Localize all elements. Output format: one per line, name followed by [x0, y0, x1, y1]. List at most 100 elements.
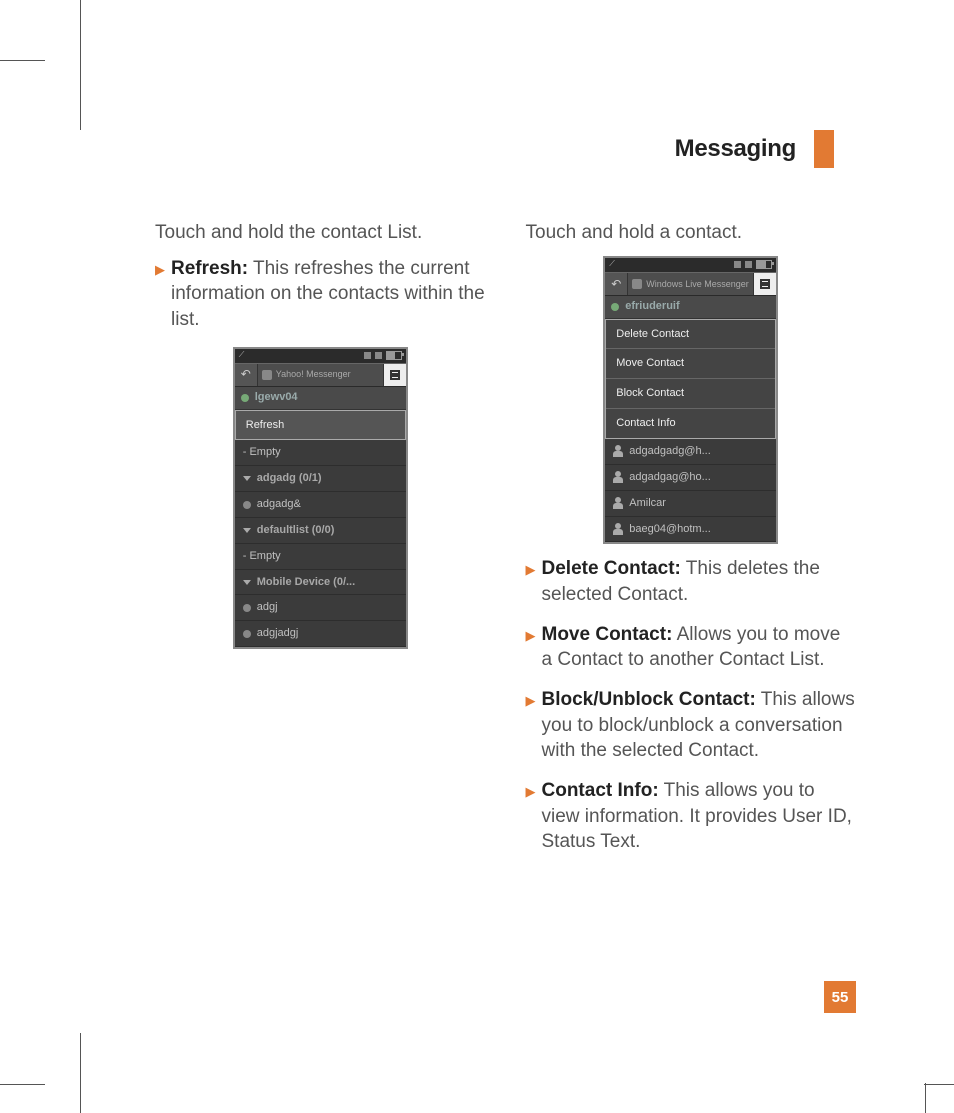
bullet-item: ▶ Contact Info: This allows you to view …	[526, 778, 857, 855]
menu-item[interactable]: Refresh	[236, 411, 405, 440]
list-item-label: adgadgag@ho...	[629, 470, 711, 485]
menu-item[interactable]: Block Contact	[606, 379, 775, 409]
right-figure: ⟋ ↶ Windows Live Messenger	[526, 256, 857, 545]
chevron-down-icon	[243, 476, 251, 481]
menu-button[interactable]	[383, 364, 406, 386]
left-column: Touch and hold the contact List. ▶ Refre…	[155, 220, 486, 869]
triangle-icon: ▶	[526, 692, 536, 764]
menu-item[interactable]: Delete Contact	[606, 320, 775, 350]
status-icon	[745, 261, 752, 268]
bullet-text: Contact Info: This allows you to view in…	[542, 778, 857, 855]
back-button[interactable]: ↶	[235, 364, 258, 386]
crop-mark	[0, 60, 45, 61]
left-figure: ⟋ ↶ Yahoo! Messenger	[155, 347, 486, 650]
content-columns: Touch and hold the contact List. ▶ Refre…	[155, 220, 856, 869]
app-title: Windows Live Messenger	[628, 278, 753, 290]
menu-item[interactable]: Contact Info	[606, 409, 775, 438]
status-dot-icon	[611, 303, 619, 311]
crop-mark	[0, 1084, 45, 1085]
list-item-label: - Empty	[243, 445, 281, 460]
list-item-label: Mobile Device (0/...	[257, 575, 355, 590]
back-button[interactable]: ↶	[605, 273, 628, 295]
list-item-label: adgadgadg@h...	[629, 444, 711, 459]
status-icon	[375, 352, 382, 359]
status-icon	[243, 630, 251, 638]
list-item-label: Amilcar	[629, 496, 666, 511]
user-name: efriuderuif	[625, 299, 679, 314]
phone-screenshot: ⟋ ↶ Windows Live Messenger	[603, 256, 778, 545]
app-icon	[632, 279, 642, 289]
app-title: Yahoo! Messenger	[258, 368, 383, 380]
bullet-item: ▶ Block/Unblock Contact: This allows you…	[526, 687, 857, 764]
status-icon	[243, 501, 251, 509]
bullet-item: ▶ Delete Contact: This deletes the selec…	[526, 556, 857, 607]
status-dot-icon	[241, 394, 249, 402]
list-item-label: defaultlist (0/0)	[257, 523, 335, 538]
section-accent	[814, 130, 834, 168]
bullet-head: Move Contact:	[542, 624, 673, 645]
list-item[interactable]: adgadgadg@h...	[605, 439, 776, 465]
title-bar: ↶ Yahoo! Messenger	[235, 363, 406, 387]
bullet-text: Refresh: This refreshes the current info…	[171, 256, 486, 333]
user-bar: efriuderuif	[605, 296, 776, 319]
user-bar: lgewv04	[235, 387, 406, 410]
signal-icon: ⟋	[609, 259, 615, 270]
phone-screenshot: ⟋ ↶ Yahoo! Messenger	[233, 347, 408, 650]
app-title-label: Yahoo! Messenger	[276, 368, 351, 380]
status-icon	[364, 352, 371, 359]
list-group[interactable]: Mobile Device (0/...	[235, 570, 406, 596]
crop-mark	[80, 0, 81, 130]
battery-icon	[756, 260, 772, 269]
status-bar: ⟋	[605, 258, 776, 272]
right-lead: Touch and hold a contact.	[526, 220, 857, 246]
list-item[interactable]: - Empty	[235, 440, 406, 466]
section-header: Messaging	[675, 130, 834, 168]
crop-mark	[925, 1083, 926, 1113]
list-item-label: adgj	[257, 600, 278, 615]
list-group[interactable]: adgadg (0/1)	[235, 466, 406, 492]
bullet-head: Contact Info:	[542, 780, 659, 801]
triangle-icon: ▶	[526, 561, 536, 607]
battery-icon	[386, 351, 402, 360]
person-icon	[613, 445, 623, 457]
list-item[interactable]: adgjadgj	[235, 621, 406, 647]
menu-item[interactable]: Move Contact	[606, 349, 775, 379]
context-menu: Delete Contact Move Contact Block Contac…	[605, 319, 776, 439]
list-item-label: - Empty	[243, 549, 281, 564]
app-icon	[262, 370, 272, 380]
bullet-item: ▶ Refresh: This refreshes the current in…	[155, 256, 486, 333]
list-item-label: adgjadgj	[257, 626, 299, 641]
user-name: lgewv04	[255, 390, 298, 405]
page-number: 55	[824, 981, 856, 1013]
contact-list: adgadgadg@h... adgadgag@ho... Amilcar ba…	[605, 439, 776, 542]
list-item[interactable]: adgadgag@ho...	[605, 465, 776, 491]
person-icon	[613, 471, 623, 483]
triangle-icon: ▶	[526, 783, 536, 855]
status-icon	[243, 604, 251, 612]
list-item[interactable]: Amilcar	[605, 491, 776, 517]
bullet-text: Delete Contact: This deletes the selecte…	[542, 556, 857, 607]
person-icon	[613, 523, 623, 535]
person-icon	[613, 497, 623, 509]
list-item[interactable]: adgj	[235, 595, 406, 621]
crop-mark	[924, 1084, 954, 1085]
section-title: Messaging	[675, 135, 796, 163]
list-item[interactable]: adgadg&	[235, 492, 406, 518]
bullet-head: Refresh:	[171, 258, 248, 279]
list-item[interactable]: baeg04@hotm...	[605, 517, 776, 543]
list-group[interactable]: defaultlist (0/0)	[235, 518, 406, 544]
list-item[interactable]: - Empty	[235, 544, 406, 570]
triangle-icon: ▶	[526, 627, 536, 673]
app-title-label: Windows Live Messenger	[646, 278, 749, 290]
bullet-text: Move Contact: Allows you to move a Conta…	[542, 622, 857, 673]
left-lead: Touch and hold the contact List.	[155, 220, 486, 246]
bullet-item: ▶ Move Contact: Allows you to move a Con…	[526, 622, 857, 673]
menu-button[interactable]	[753, 273, 776, 295]
chevron-down-icon	[243, 580, 251, 585]
status-bar: ⟋	[235, 349, 406, 363]
right-column: Touch and hold a contact. ⟋ ↶	[526, 220, 857, 869]
context-menu: Refresh	[235, 410, 406, 441]
chevron-down-icon	[243, 528, 251, 533]
page: Messaging Touch and hold the contact Lis…	[0, 0, 954, 1113]
contact-list: - Empty adgadg (0/1) adgadg& defaultlist…	[235, 440, 406, 647]
